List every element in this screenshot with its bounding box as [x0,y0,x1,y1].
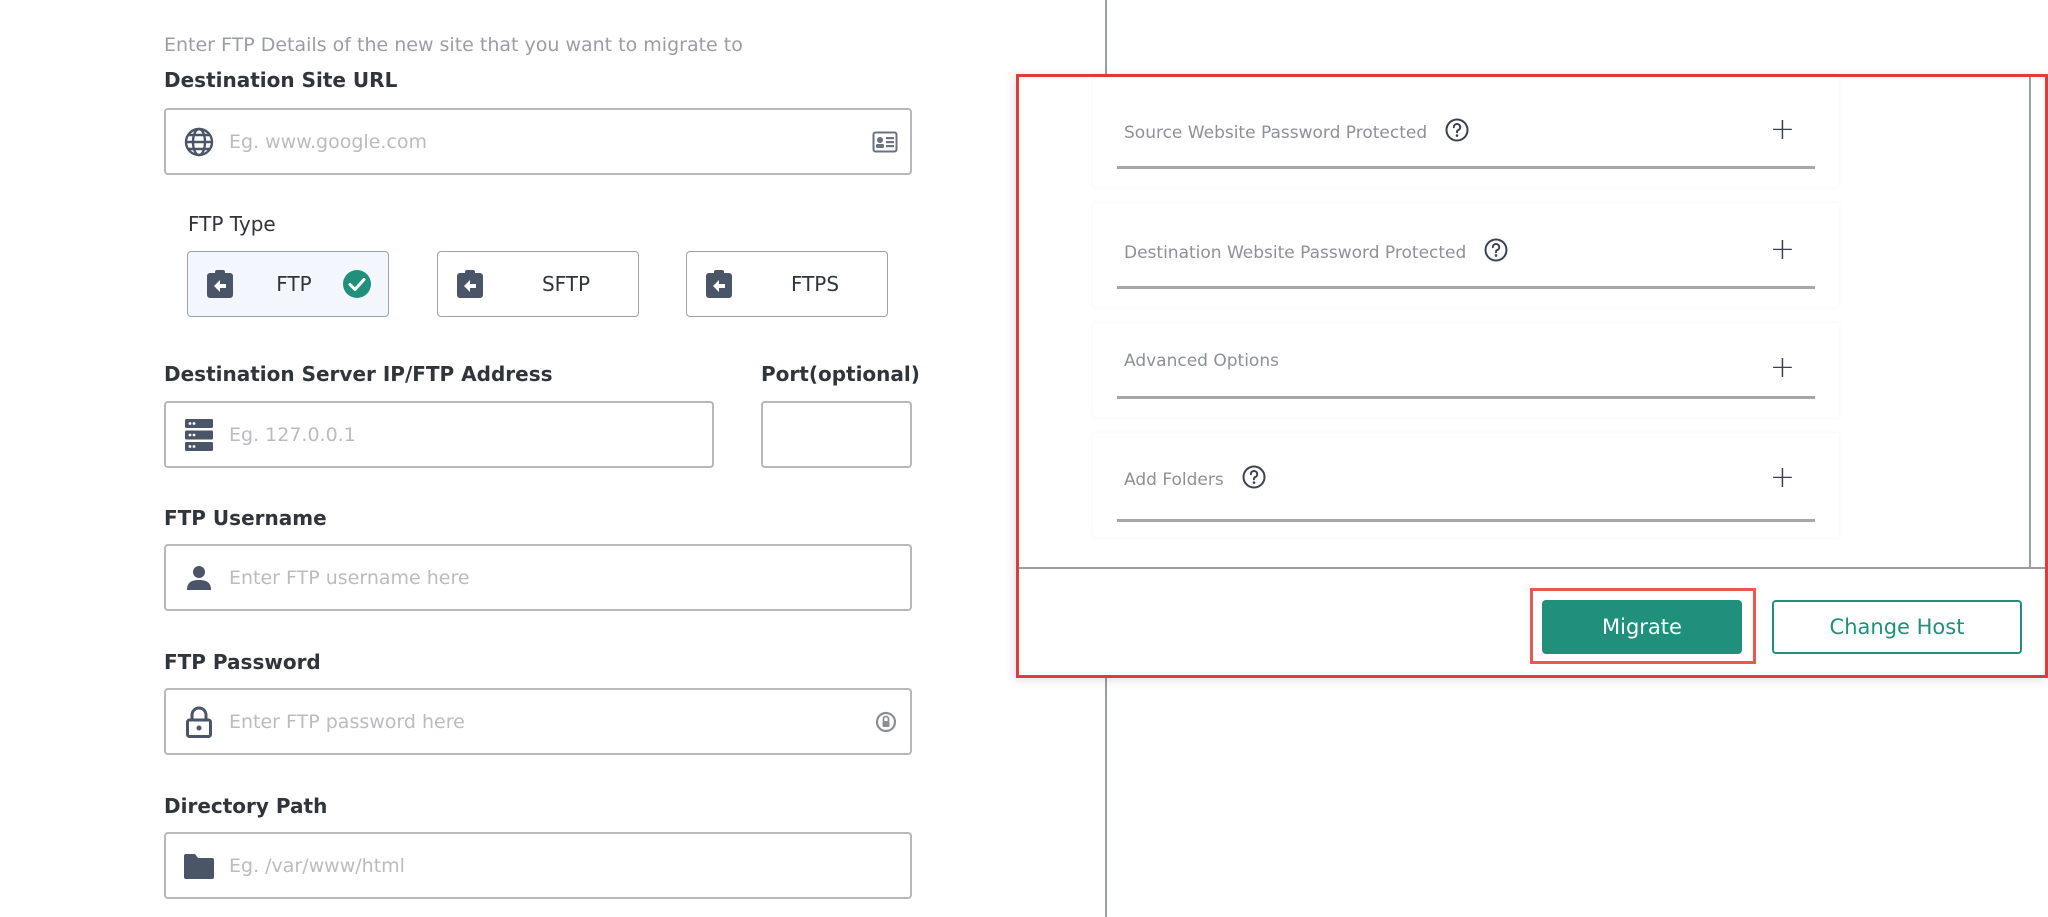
port-field[interactable] [761,401,912,468]
panel-footer-divider [1019,567,2045,569]
accordion-advanced-options[interactable]: Advanced Options + [1093,323,1839,417]
expand-plus-icon[interactable]: + [1770,353,1795,383]
expand-plus-icon[interactable]: + [1770,115,1795,145]
panel-scrollbar[interactable] [2029,77,2031,567]
ftp-password-field[interactable]: Enter FTP password here [164,688,912,755]
ftp-type-sftp-label: SFTP [541,272,591,296]
destination-url-placeholder: Eg. www.google.com [229,130,428,153]
accordion-underline [1117,286,1815,289]
form-intro: Enter FTP Details of the new site that y… [164,34,743,56]
migrate-button[interactable]: Migrate [1542,600,1742,654]
help-icon[interactable] [1445,118,1469,147]
ftp-type-label: FTP Type [188,212,276,236]
accordion-underline [1117,396,1815,399]
accordion-advanced-options-title: Advanced Options [1124,351,1279,371]
directory-path-label: Directory Path [164,794,328,818]
help-icon[interactable] [1242,465,1266,494]
globe-icon [181,124,217,160]
user-icon [181,560,217,596]
server-icon [181,417,217,453]
accordion-add-folders[interactable]: Add Folders + [1093,433,1839,537]
directory-path-placeholder: Eg. /var/www/html [229,854,405,877]
ftp-password-placeholder: Enter FTP password here [229,710,465,733]
ftp-type-ftps-button[interactable]: FTPS [686,251,888,317]
lock-icon [181,704,217,740]
ftp-username-field[interactable]: Enter FTP username here [164,544,912,611]
destination-url-label: Destination Site URL [164,68,398,92]
destination-url-field[interactable]: Eg. www.google.com [164,108,912,175]
accordion-source-password-title: Source Website Password Protected [1124,122,1428,143]
accordion-underline [1117,166,1815,169]
expand-plus-icon[interactable]: + [1770,463,1795,493]
accordion-source-password[interactable]: Source Website Password Protected + [1093,77,1839,187]
contact-card-icon[interactable] [872,131,898,153]
ftp-password-label: FTP Password [164,650,321,674]
accordion-destination-password[interactable]: Destination Website Password Protected + [1093,203,1839,307]
port-label: Port(optional) [761,362,920,386]
ftp-type-ftp-label: FTP [276,272,312,296]
migration-options-panel: Source Website Password Protected + Dest… [1016,74,2048,678]
server-address-placeholder: Eg. 127.0.0.1 [229,423,356,446]
clipboard-arrow-icon [206,269,234,299]
expand-plus-icon[interactable]: + [1770,235,1795,265]
ftp-type-sftp-button[interactable]: SFTP [437,251,639,317]
ftp-username-placeholder: Enter FTP username here [229,566,470,589]
ftp-username-label: FTP Username [164,506,327,530]
help-icon[interactable] [1484,238,1508,267]
change-host-button[interactable]: Change Host [1772,600,2022,654]
ftp-type-ftp-button[interactable]: FTP [187,251,389,317]
ftp-type-ftps-label: FTPS [790,272,840,296]
accordion-destination-password-title: Destination Website Password Protected [1124,242,1467,263]
directory-path-field[interactable]: Eg. /var/www/html [164,832,912,899]
clipboard-arrow-icon [456,269,484,299]
check-circle-icon [342,269,372,299]
accordion-underline [1117,519,1815,522]
clipboard-arrow-icon [705,269,733,299]
folder-icon [181,848,217,884]
server-address-field[interactable]: Eg. 127.0.0.1 [164,401,714,468]
accordion-add-folders-title: Add Folders [1124,469,1224,490]
password-toggle-icon[interactable] [874,710,898,734]
server-address-label: Destination Server IP/FTP Address [164,362,553,386]
